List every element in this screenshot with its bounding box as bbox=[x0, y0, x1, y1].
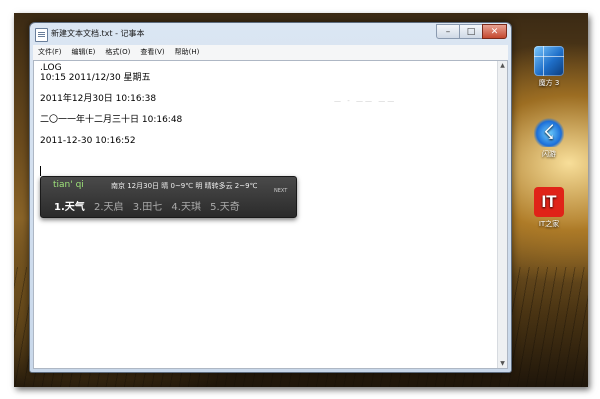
ime-pinyin-input: tian' qi bbox=[53, 180, 84, 190]
maximize-button[interactable]: □ bbox=[459, 24, 483, 39]
desktop-icon-label: IT之家 bbox=[538, 220, 560, 228]
desktop-icon-label: 魔方 3 bbox=[538, 79, 560, 87]
close-button[interactable]: ✕ bbox=[482, 24, 507, 39]
desktop-icon-shanyou[interactable]: 闪游 bbox=[524, 117, 574, 159]
ime-candidate[interactable]: 2.天启 bbox=[94, 202, 124, 213]
text-line: 2011年12月30日 10:16:38 bbox=[40, 94, 157, 104]
title-bar[interactable]: 新建文本文档.txt - 记事本 – □ ✕ bbox=[30, 23, 511, 45]
text-line: 10:15 2011/12/30 星期五 bbox=[40, 73, 151, 83]
menu-file[interactable]: 文件(F) bbox=[33, 45, 67, 60]
ime-candidate-window: tian' qi 南京 12月30日 晴 0~9℃ 明 晴转多云 2~9℃ NE… bbox=[40, 176, 297, 218]
desktop-icon-label: 闪游 bbox=[542, 150, 556, 158]
ime-candidate-list: 1.天气 2.天启 3.田七 4.天琪 5.天奇 bbox=[54, 198, 246, 213]
ime-candidate[interactable]: 4.天琪 bbox=[171, 202, 201, 213]
menu-format[interactable]: 格式(O) bbox=[100, 45, 135, 60]
minimize-button[interactable]: – bbox=[436, 24, 460, 39]
menu-bar: 文件(F) 编辑(E) 格式(O) 查看(V) 帮助(H) bbox=[33, 45, 508, 60]
ime-candidate[interactable]: 5.天奇 bbox=[210, 202, 240, 213]
text-line: 2011-12-30 10:16:52 bbox=[40, 136, 136, 146]
ime-weather-info: 南京 12月30日 晴 0~9℃ 明 晴转多云 2~9℃ bbox=[111, 182, 258, 190]
vertical-scrollbar[interactable]: ▲ ▼ bbox=[497, 61, 507, 368]
text-line: .LOG bbox=[40, 63, 62, 73]
window-title: 新建文本文档.txt - 记事本 bbox=[51, 29, 145, 38]
scroll-down-arrow-icon[interactable]: ▼ bbox=[498, 359, 507, 368]
text-caret bbox=[40, 166, 41, 176]
desktop-icon-ithome[interactable]: IT IT之家 bbox=[524, 187, 574, 229]
menu-edit[interactable]: 编辑(E) bbox=[67, 45, 101, 60]
rubik-cube-icon bbox=[534, 46, 564, 76]
ime-next-button[interactable]: NEXT bbox=[274, 188, 287, 194]
menu-view[interactable]: 查看(V) bbox=[135, 45, 169, 60]
desktop-icon-mofang[interactable]: 魔方 3 bbox=[524, 46, 574, 88]
ithome-icon: IT bbox=[534, 187, 564, 217]
editor-content: .LOG 10:15 2011/12/30 星期五 2011年12月30日 10… bbox=[40, 63, 182, 146]
flash-browser-icon bbox=[534, 117, 564, 147]
photo-frame: 魔方 3 闪游 IT IT之家 新建文本文档.txt - 记事本 – □ ✕ 文… bbox=[0, 0, 600, 399]
scroll-up-arrow-icon[interactable]: ▲ bbox=[498, 61, 507, 70]
faint-artifact-text: — - —— —— bbox=[334, 97, 397, 105]
menu-help[interactable]: 帮助(H) bbox=[170, 45, 205, 60]
ime-candidate[interactable]: 3.田七 bbox=[133, 202, 163, 213]
notepad-icon bbox=[35, 28, 48, 42]
ime-candidate[interactable]: 1.天气 bbox=[54, 202, 85, 213]
text-line: 二〇一一年十二月三十日 10:16:48 bbox=[40, 115, 183, 125]
